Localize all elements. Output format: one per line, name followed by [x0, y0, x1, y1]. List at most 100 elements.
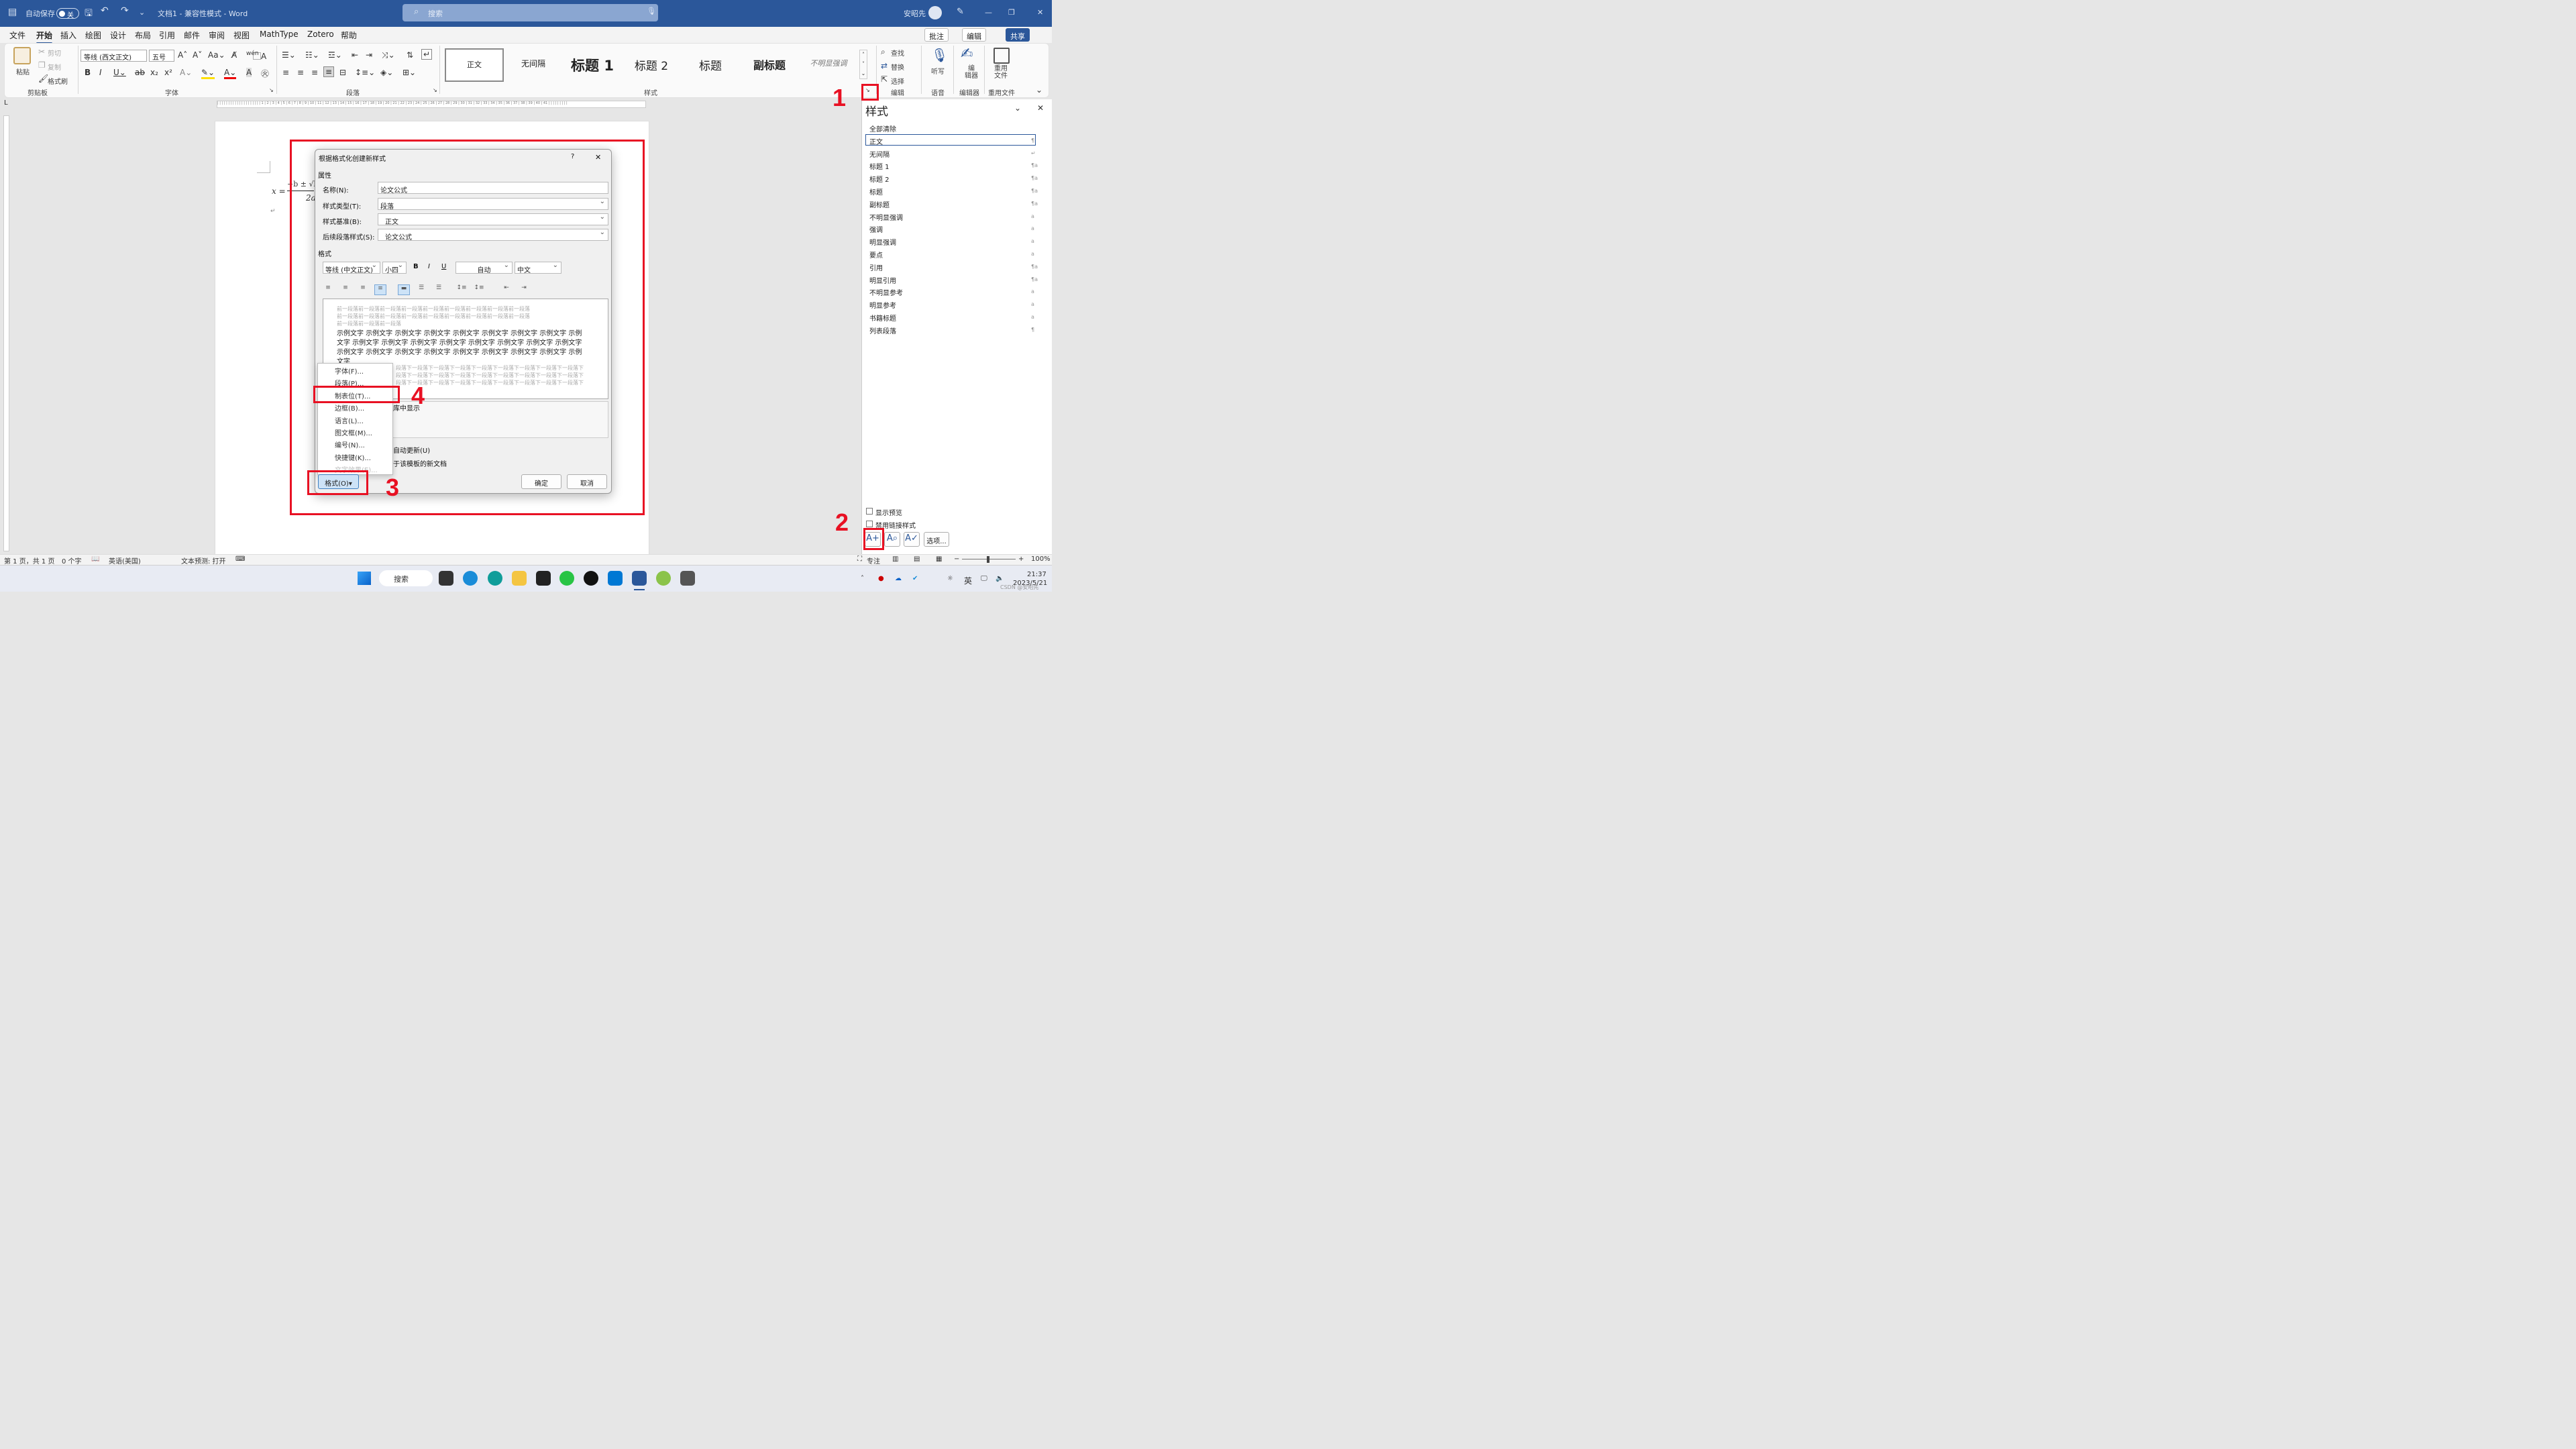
font-name-combo[interactable]: 等线 (西文正文) — [80, 50, 147, 62]
show-marks-icon[interactable]: ↵ — [421, 49, 433, 60]
style-list-item[interactable]: 正文 — [869, 136, 883, 146]
menu-home[interactable]: 开始 — [36, 30, 53, 44]
highlight-icon[interactable]: ✎⌄ — [201, 68, 215, 79]
style-list-item[interactable]: 标题 — [869, 186, 883, 197]
edge-dev-icon[interactable] — [488, 571, 502, 586]
style-subtitle[interactable]: 副标题 — [740, 48, 799, 82]
search-box[interactable]: 搜索 — [402, 4, 658, 21]
dictate-label[interactable]: 听写 — [931, 66, 945, 76]
bold-icon[interactable]: B — [85, 68, 91, 77]
line-spacing-icon[interactable]: ↕≡⌄ — [355, 68, 375, 77]
tray-app-icon[interactable]: ✔ — [912, 575, 918, 582]
font-dialog-launcher-icon[interactable]: ↘ — [269, 87, 274, 93]
language-status[interactable]: 英语(美国) — [109, 555, 141, 566]
edge-icon[interactable] — [463, 571, 478, 586]
multilevel-list-icon[interactable]: ☲⌄ — [328, 50, 342, 60]
strikethrough-icon[interactable]: ab — [135, 68, 145, 77]
menu-references[interactable]: 引用 — [159, 30, 175, 41]
page-count[interactable]: 第 1 页，共 1 页 — [4, 555, 54, 566]
sort-icon[interactable]: ⇅ — [407, 50, 413, 60]
redo-icon[interactable]: ↷ — [121, 5, 129, 16]
phonetic-guide-icon[interactable]: wén — [246, 50, 259, 57]
show-preview-checkbox[interactable] — [866, 508, 873, 515]
increase-indent-icon[interactable]: ⇥ — [366, 50, 372, 60]
menu-design[interactable]: 设计 — [110, 30, 126, 41]
style-list-item[interactable]: 列表段落 — [869, 325, 896, 335]
text-prediction-status[interactable]: 文本预测: 打开 — [181, 555, 226, 566]
style-list-item[interactable]: 明显强调 — [869, 237, 896, 247]
select-label[interactable]: 选择 — [891, 76, 904, 86]
network-icon[interactable]: 🖵 — [981, 575, 987, 582]
zoom-in-icon[interactable]: + — [1018, 555, 1024, 563]
subscript-icon[interactable]: x₂ — [150, 68, 158, 77]
menu-file[interactable]: 文件 — [9, 30, 25, 41]
distribute-icon[interactable]: ⊟ — [339, 68, 346, 77]
styles-scroll-icon[interactable]: ˄ ˅ ⌄ — [859, 50, 867, 79]
text-effects-icon[interactable]: A⌄ — [180, 68, 192, 77]
format-painter-label[interactable]: 格式刷 — [48, 76, 68, 86]
select-icon[interactable]: ⇱ — [881, 74, 888, 84]
comment-button[interactable]: 批注 — [924, 28, 949, 42]
font-color-icon[interactable]: A⌄ — [224, 68, 237, 79]
tab-selector-icon[interactable]: L — [4, 99, 8, 107]
decrease-indent-icon[interactable]: ⇤ — [352, 50, 358, 60]
reuse-file-icon[interactable] — [994, 48, 1010, 64]
editor-icon[interactable]: ✍ — [961, 46, 973, 62]
undo-icon[interactable]: ↶ — [101, 5, 109, 16]
qq-icon[interactable] — [584, 571, 598, 586]
pane-close-icon[interactable]: ✕ — [1037, 103, 1044, 113]
collapse-ribbon-icon[interactable]: ⌄ — [1036, 85, 1042, 95]
style-list-item[interactable]: 要点 — [869, 250, 883, 260]
style-list-item[interactable]: 不明显强调 — [869, 212, 903, 222]
paste-label[interactable]: 粘贴 — [16, 66, 30, 76]
word-logo-icon[interactable]: ▤ — [8, 7, 17, 17]
pen-icon[interactable]: ✎ — [957, 7, 964, 17]
clock-time[interactable]: 21:37 — [1027, 571, 1046, 578]
vertical-ruler[interactable] — [3, 115, 9, 551]
print-layout-icon[interactable]: ▤ — [914, 555, 920, 563]
character-shading-icon[interactable]: A — [246, 68, 252, 77]
style-list-item[interactable]: 不明显参考 — [869, 287, 903, 297]
menu-view[interactable]: 视图 — [233, 30, 250, 41]
style-heading-2[interactable]: 标题 2 — [622, 48, 681, 82]
app-icon[interactable] — [656, 571, 671, 586]
proofing-icon[interactable]: 📖 — [91, 555, 99, 563]
options-button[interactable]: 选项... — [924, 532, 949, 547]
style-no-spacing[interactable]: 无间隔 — [504, 48, 563, 82]
word-count[interactable]: 0 个字 — [62, 555, 82, 566]
style-list-item[interactable]: 明显引用 — [869, 275, 896, 285]
italic-icon[interactable]: I — [99, 68, 102, 77]
style-list-item[interactable]: 全部清除 — [869, 123, 896, 133]
menu-mailings[interactable]: 邮件 — [184, 30, 200, 41]
tray-qq-icon[interactable]: ● — [878, 575, 884, 582]
calculator-icon[interactable] — [680, 571, 695, 586]
replace-label[interactable]: 替换 — [891, 62, 904, 72]
customize-icon[interactable]: ⌄ — [139, 8, 145, 17]
word-taskbar-icon[interactable] — [632, 571, 647, 586]
editor-label[interactable]: 编 辑器 — [965, 65, 978, 80]
superscript-icon[interactable]: x² — [164, 68, 172, 77]
style-list-item[interactable]: 标题 2 — [869, 174, 890, 184]
change-case-icon[interactable]: Aa⌄ — [208, 50, 225, 60]
find-label[interactable]: 查找 — [891, 48, 904, 58]
user-name[interactable]: 安昭先 — [904, 8, 926, 19]
style-list-item[interactable]: 副标题 — [869, 199, 890, 209]
replace-icon[interactable]: ⇄ — [881, 61, 888, 70]
style-list-item[interactable]: 明显参考 — [869, 300, 896, 310]
vscode-icon[interactable] — [608, 571, 623, 586]
menu-draw[interactable]: 绘图 — [85, 30, 101, 41]
style-title[interactable]: 标题 — [681, 48, 740, 82]
focus-icon[interactable]: ⛶ — [857, 555, 862, 563]
ime-indicator[interactable]: 英 — [964, 575, 972, 586]
tray-chevron-icon[interactable]: ˄ — [861, 575, 864, 582]
borders-icon[interactable]: ⊞⌄ — [402, 68, 416, 77]
menu-insert[interactable]: 插入 — [60, 30, 76, 41]
microphone-icon[interactable]: 🎙 — [647, 7, 656, 15]
format-painter-icon[interactable]: 🖌 — [38, 74, 48, 83]
menu-review[interactable]: 审阅 — [209, 30, 225, 41]
paragraph-dialog-launcher-icon[interactable]: ↘ — [433, 87, 437, 93]
accessibility-icon[interactable]: ⌨ — [235, 555, 245, 563]
formula-lhs[interactable]: x = — [272, 186, 286, 196]
character-border-icon[interactable]: ⃞A — [261, 50, 266, 62]
style-normal[interactable]: 正文 — [445, 48, 504, 82]
